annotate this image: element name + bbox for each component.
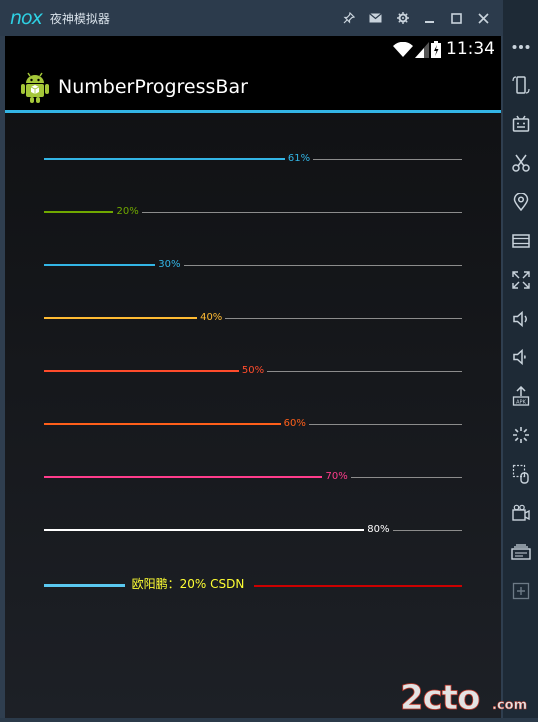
screen-icon[interactable] [503,224,538,258]
shake-icon[interactable] [503,418,538,452]
progress-unreached-line [350,476,462,478]
number-progress-bar: 60% [44,418,462,430]
progress-reached-line [44,211,114,213]
scissors-icon[interactable] [503,146,538,180]
watermark-brand: 2cto [400,678,479,718]
progress-percent-label: 80% [367,524,390,535]
progress-reached-line [44,264,156,266]
status-clock: 11:34 [446,39,495,59]
number-progress-bar: 70% [44,471,462,483]
progress-reached-line [44,317,198,319]
android-screen: 11:34 NumberProgressBar 61% 20% 30% 40% 50% 6… [5,36,501,718]
progress-custom-label: 欧阳鹏：20% CSDN [131,577,245,591]
number-progress-bar: 61% [44,153,462,165]
volume-down-icon[interactable] [503,340,538,374]
progress-reached-line [44,423,281,425]
number-progress-bar: 20% [44,206,462,218]
custom-progress-bar: 欧阳鹏：20% CSDN [44,577,462,594]
progress-percent-label: 70% [325,471,348,482]
keyboard-icon[interactable] [503,107,538,141]
gear-icon[interactable] [389,5,416,32]
status-icons [393,41,441,62]
progress-reached-line [44,476,323,478]
progress-reached-line [44,158,285,160]
macro-icon[interactable] [503,457,538,491]
progress-percent-label: 50% [241,365,265,376]
svg-text:APK: APK [516,400,526,406]
progress-unreached-line [141,211,462,213]
window-title: 夜神模拟器 [49,11,110,26]
minimize-icon[interactable] [416,5,443,32]
watermark-suffix: .com [492,698,527,713]
progress-unreached-line [308,423,462,425]
phone-rotate-icon[interactable] [503,68,538,102]
wifi-icon [393,41,413,62]
number-progress-bar: 40% [44,312,462,324]
video-record-icon[interactable] [503,496,538,530]
progress-unreached-line [313,158,462,160]
progress-reached-line [44,529,365,531]
maximize-icon[interactable] [443,5,470,32]
pin-icon[interactable] [335,5,362,32]
cellular-signal-icon [415,42,429,62]
progress-reached-line [44,370,239,372]
number-progress-bar: 80% [44,524,462,536]
multi-instance-icon[interactable] [503,535,538,569]
location-icon[interactable] [503,185,538,219]
more-icon[interactable] [503,30,538,64]
progress-reached-line [44,584,125,587]
apk-install-icon[interactable]: APK [503,379,538,413]
nox-logo: nox [10,7,43,29]
watermark: 2cto .com [398,673,538,719]
app-title: NumberProgressBar [58,76,248,98]
android-app-icon [19,69,51,105]
progress-unreached-line [225,317,462,319]
progress-percent-label: 40% [200,312,223,323]
emulator-window: nox 夜神模拟器 APK 11:34 NumberProgressBar 61… [0,0,538,718]
progress-percent-label: 60% [283,418,306,429]
progress-unreached-line [254,584,462,587]
progress-unreached-line [183,264,462,266]
close-icon[interactable] [470,5,497,32]
android-status-bar: 11:34 [5,36,501,64]
progress-percent-label: 20% [116,206,139,217]
title-bar[interactable]: nox 夜神模拟器 [0,0,503,36]
progress-percent-label: 30% [158,259,181,270]
volume-up-icon[interactable] [503,302,538,336]
progress-unreached-line [392,529,462,531]
add-icon[interactable] [503,574,538,608]
number-progress-bar: 50% [44,365,462,377]
envelope-icon[interactable] [362,5,389,32]
progress-percent-label: 61% [287,153,311,164]
action-bar: NumberProgressBar [5,64,501,113]
window-controls [335,0,497,36]
fullscreen-icon[interactable] [503,263,538,297]
battery-icon [431,41,441,62]
progress-unreached-line [267,370,462,372]
number-progress-bar: 30% [44,259,462,271]
